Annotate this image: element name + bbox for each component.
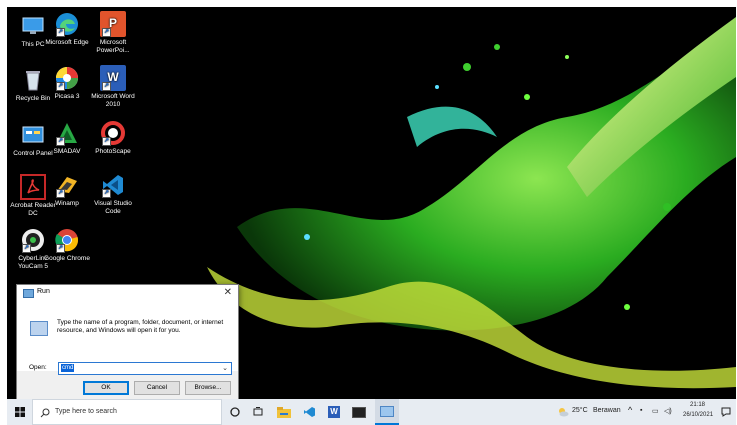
file-explorer-icon[interactable] [275,399,293,425]
desktop-icon-picasa[interactable]: ↗ Picasa 3 [41,65,93,101]
run-dialog-titlebar[interactable]: Run ✕ [17,285,238,301]
chevron-up-icon[interactable]: ^ [628,405,632,415]
desktop-icon-winamp[interactable]: ↗ Winamp [41,172,93,208]
search-icon [40,408,50,418]
task-view-icon[interactable] [250,399,266,425]
desktop-icon-chrome[interactable]: ↗ Google Chrome [41,227,93,263]
word-icon: W ↗ [100,65,126,91]
run-dialog-body: Type the name of a program, folder, docu… [17,301,238,375]
weather-text[interactable]: Berawan [593,407,621,414]
vscode-icon: ↗ [100,172,126,198]
desktop-icon-edge[interactable]: ↗ Microsoft Edge [41,11,93,47]
taskbar-vscode-icon[interactable] [300,399,318,425]
run-description: Type the name of a program, folder, docu… [57,319,224,334]
chrome-icon: ↗ [54,227,80,253]
desktop-screen: This PC ↗ Microsoft Edge P ↗ Microsoft Po… [7,7,736,425]
weather-temp[interactable]: 25°C [572,407,588,414]
windows-logo-icon [15,407,25,417]
photoscape-icon: ↗ [100,120,126,146]
smadav-icon: ↗ [54,120,80,146]
clock-time[interactable]: 21:18 [690,402,705,408]
volume-icon[interactable]: ◁) [664,407,672,415]
cancel-button[interactable]: Cancel [134,381,180,395]
run-dialog-title: Run [37,288,50,295]
open-combobox[interactable]: cmd ⌄ [58,362,232,375]
ok-button[interactable]: OK [83,381,129,395]
run-icon [23,289,34,298]
cortana-icon[interactable] [227,399,243,425]
taskbar-word-icon[interactable]: W [325,399,343,425]
run-program-icon [30,321,48,336]
network-icon[interactable]: ▪ [640,407,642,414]
close-icon[interactable]: ✕ [224,287,232,298]
browse-button[interactable]: Browse... [185,381,231,395]
picasa-icon: ↗ [54,65,80,91]
taskbar-run-icon[interactable] [375,399,399,425]
notification-icon[interactable] [721,407,731,417]
powerpoint-icon: P ↗ [100,11,126,37]
clock-date[interactable]: 26/10/2021 [683,412,713,418]
start-button[interactable] [10,399,30,425]
edge-icon: ↗ [54,11,80,37]
run-dialog: Run ✕ Type the name of a program, folder… [16,284,239,404]
desktop-icon-powerpoint[interactable]: P ↗ Microsoft PowerPoi... [87,11,139,54]
taskbar-app-icon[interactable] [350,399,368,425]
taskbar: Type here to search W 25°C Berawan ^ ▪ ▭… [7,399,736,425]
open-label: Open: [29,364,47,371]
open-input-value[interactable]: cmd [61,364,75,372]
desktop-icon-smadav[interactable]: ↗ SMADAV [41,120,93,156]
desktop-icon-word[interactable]: W ↗ Microsoft Word 2010 [87,65,139,108]
taskbar-search-box[interactable]: Type here to search [32,399,222,425]
chevron-down-icon[interactable]: ⌄ [222,364,228,372]
desktop-icon-photoscape[interactable]: ↗ PhotoScape [87,120,139,156]
desktop-icon-vscode[interactable]: ↗ Visual Studio Code [87,172,139,215]
weather-icon [559,408,569,417]
winamp-icon: ↗ [54,172,80,198]
battery-icon[interactable]: ▭ [652,407,659,415]
search-placeholder: Type here to search [55,408,117,415]
